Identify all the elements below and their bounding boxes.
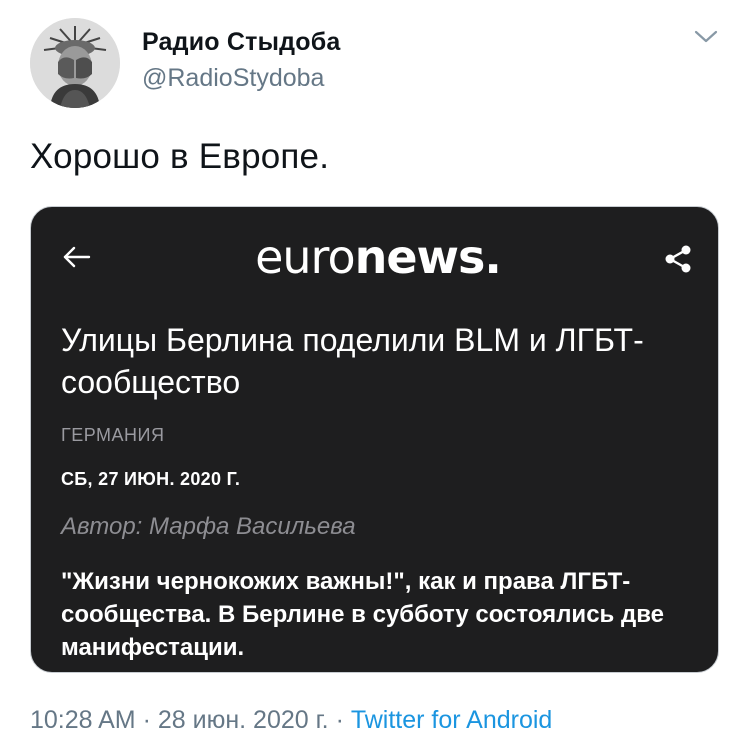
arrow-left-icon[interactable] (61, 245, 93, 269)
logo-news: news (354, 230, 486, 284)
meta-separator: · (142, 706, 151, 734)
tweet-source-link[interactable]: Twitter for Android (351, 706, 552, 734)
share-icon[interactable] (661, 242, 695, 276)
chevron-down-icon[interactable] (692, 26, 720, 46)
article-section: ГЕРМАНИЯ (61, 425, 165, 445)
article-headline: Улицы Берлина поделили BLM и ЛГБТ-сообще… (61, 322, 644, 400)
statue-avatar-icon (30, 18, 120, 108)
tweet-time: 10:28 AM (30, 706, 136, 734)
tweet-text: Хорошо в Европе. (30, 137, 330, 176)
link-card[interactable]: euronews. Улицы Берлина поделили BLM и Л… (30, 206, 719, 673)
meta-separator: · (335, 706, 344, 734)
logo-euro: euro (255, 230, 355, 284)
author-display-name[interactable]: Радио Стыдоба (142, 28, 340, 57)
euronews-logo: euronews. (228, 229, 528, 285)
article-author: Автор: Марфа Васильева (61, 513, 356, 540)
article-date: СБ, 27 ИЮН. 2020 Г. (61, 469, 241, 489)
tweet-date: 28 июн. 2020 г. (157, 706, 329, 734)
card-header: euronews. (31, 207, 718, 307)
logo-dot: . (484, 230, 502, 284)
tweet-meta: 10:28 AM · 28 июн. 2020 г. · Twitter for… (30, 706, 552, 735)
avatar[interactable] (30, 18, 120, 108)
article-lead: "Жизни чернокожих важны!", как и права Л… (61, 568, 664, 661)
author-handle[interactable]: @RadioStydoba (142, 64, 324, 93)
